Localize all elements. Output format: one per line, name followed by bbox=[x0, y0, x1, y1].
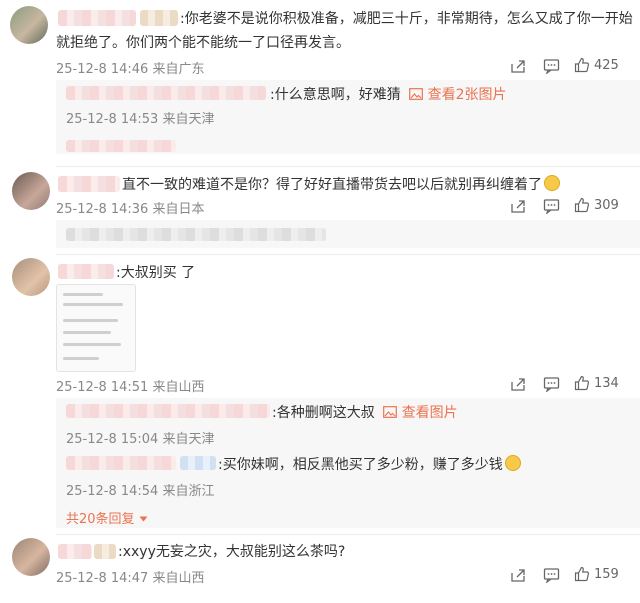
comment-meta: 25-12-8 14:51 来自山西 bbox=[56, 376, 205, 395]
avatar[interactable] bbox=[10, 6, 48, 44]
comment-text: :xxyy无妄之灾，大叔能别这么茶吗? bbox=[118, 544, 346, 560]
like-icon bbox=[574, 566, 590, 582]
comment-button[interactable] bbox=[543, 58, 560, 74]
picture-icon bbox=[383, 406, 398, 418]
comment-location: 来自日本 bbox=[152, 202, 205, 217]
emoji-icon bbox=[504, 455, 521, 471]
reply-meta: 25-12-8 15:04 来自天津 bbox=[66, 428, 215, 447]
reply-username-blurred[interactable] bbox=[66, 86, 266, 100]
username-blurred[interactable] bbox=[58, 176, 120, 192]
comment-icon bbox=[543, 199, 560, 214]
reply-time: 25-12-8 14:53 bbox=[66, 112, 159, 127]
reply-username-blurred[interactable] bbox=[66, 404, 270, 418]
reply-username-blurred[interactable] bbox=[66, 456, 176, 470]
reply-meta: 25-12-8 14:53 来自天津 bbox=[66, 108, 215, 127]
reply-text-content: :买你妹啊，相反黑他买了多少粉，赚了多少钱 bbox=[218, 457, 503, 473]
like-icon bbox=[574, 375, 590, 391]
chevron-down-icon bbox=[139, 516, 148, 522]
comment-text: 直不一致的难道不是你？得了好好直播带货去吧以后就别再纠缠着了 bbox=[122, 174, 560, 196]
like-count: 425 bbox=[594, 57, 619, 73]
share-button[interactable] bbox=[510, 376, 526, 392]
comment-time: 25-12-8 14:47 bbox=[56, 571, 149, 586]
share-icon bbox=[511, 60, 525, 73]
comment-text: :你老婆不是说你积极准备，减肥三十斤，非常期待，怎么又成了你一开始 bbox=[180, 11, 633, 27]
like-button[interactable]: 425 bbox=[574, 57, 619, 73]
user-badge-blurred bbox=[180, 456, 216, 470]
hidden-reply-blurred bbox=[66, 228, 326, 241]
like-count: 134 bbox=[594, 375, 619, 391]
like-count: 309 bbox=[594, 197, 619, 213]
like-button[interactable]: 159 bbox=[574, 566, 619, 582]
more-replies-link[interactable]: 共20条回复 bbox=[66, 508, 148, 527]
comment-text-content: 直不一致的难道不是你？得了好好直播带货去吧以后就别再纠缠着了 bbox=[122, 177, 542, 193]
username-blurred[interactable] bbox=[58, 544, 92, 559]
avatar[interactable] bbox=[12, 258, 50, 296]
username-blurred[interactable] bbox=[58, 264, 114, 279]
comment-icon bbox=[543, 59, 560, 74]
share-icon bbox=[511, 200, 525, 213]
reply-meta: 25-12-8 14:54 来自浙江 bbox=[66, 480, 215, 499]
reply-text-content: :什么意思啊，好难猜 bbox=[270, 87, 401, 103]
share-button[interactable] bbox=[510, 58, 526, 74]
comment-meta: 25-12-8 14:46 来自广东 bbox=[56, 58, 205, 77]
reply-location: 来自天津 bbox=[162, 432, 215, 447]
comment-text-content: :大叔别买 bbox=[116, 265, 177, 281]
username-blurred[interactable] bbox=[58, 10, 136, 26]
divider bbox=[56, 534, 640, 535]
share-icon bbox=[511, 569, 525, 582]
comment-button[interactable] bbox=[543, 198, 560, 214]
comment-time: 25-12-8 14:46 bbox=[56, 62, 149, 77]
reply-time: 25-12-8 15:04 bbox=[66, 432, 159, 447]
comment-button[interactable] bbox=[543, 376, 560, 392]
comment-text-tail: 了 bbox=[181, 265, 196, 281]
reply-text: :买你妹啊，相反黑他买了多少粉，赚了多少钱 bbox=[218, 454, 521, 476]
like-count: 159 bbox=[594, 566, 619, 582]
hidden-reply-blurred bbox=[66, 140, 176, 152]
like-button[interactable]: 309 bbox=[574, 197, 619, 213]
like-icon bbox=[574, 57, 590, 73]
view-pictures-link[interactable]: 查看2张图片 bbox=[428, 87, 507, 103]
comment-time: 25-12-8 14:36 bbox=[56, 202, 149, 217]
comment-time: 25-12-8 14:51 bbox=[56, 380, 149, 395]
avatar[interactable] bbox=[12, 538, 50, 576]
view-pictures-link[interactable]: 查看图片 bbox=[402, 405, 458, 421]
reply-text: :什么意思啊，好难猜 查看2张图片 bbox=[270, 84, 507, 106]
comment-text-line2: 就拒绝了。你们两个能不能统一了口径再发言。 bbox=[56, 35, 350, 51]
comment-icon bbox=[543, 568, 560, 583]
comment-location: 来自山西 bbox=[152, 380, 205, 395]
like-icon bbox=[574, 197, 590, 213]
share-button[interactable] bbox=[510, 198, 526, 214]
user-badge-blurred bbox=[140, 10, 178, 26]
divider bbox=[56, 254, 640, 255]
reply-time: 25-12-8 14:54 bbox=[66, 484, 159, 499]
user-badge-blurred bbox=[94, 544, 116, 559]
divider bbox=[56, 166, 640, 167]
comment-button[interactable] bbox=[543, 567, 560, 583]
reply-text-content: :各种删啊这大叔 bbox=[272, 405, 375, 421]
comment-image[interactable] bbox=[56, 284, 136, 372]
more-replies-label: 共20条回复 bbox=[66, 512, 135, 527]
comment-text: :大叔别买 了 bbox=[116, 262, 195, 284]
picture-icon bbox=[409, 88, 424, 100]
comment-location: 来自广东 bbox=[152, 62, 205, 77]
like-button[interactable]: 134 bbox=[574, 375, 619, 391]
reply-location: 来自天津 bbox=[162, 112, 215, 127]
share-icon bbox=[511, 378, 525, 391]
comment-location: 来自山西 bbox=[152, 571, 205, 586]
share-button[interactable] bbox=[510, 567, 526, 583]
comment-icon bbox=[543, 377, 560, 392]
avatar[interactable] bbox=[12, 172, 50, 210]
comment-meta: 25-12-8 14:36 来自日本 bbox=[56, 198, 205, 217]
reply-text: :各种删啊这大叔 查看图片 bbox=[272, 402, 458, 424]
reply-location: 来自浙江 bbox=[162, 484, 215, 499]
comment-meta: 25-12-8 14:47 来自山西 bbox=[56, 567, 205, 586]
emoji-icon bbox=[544, 175, 560, 191]
